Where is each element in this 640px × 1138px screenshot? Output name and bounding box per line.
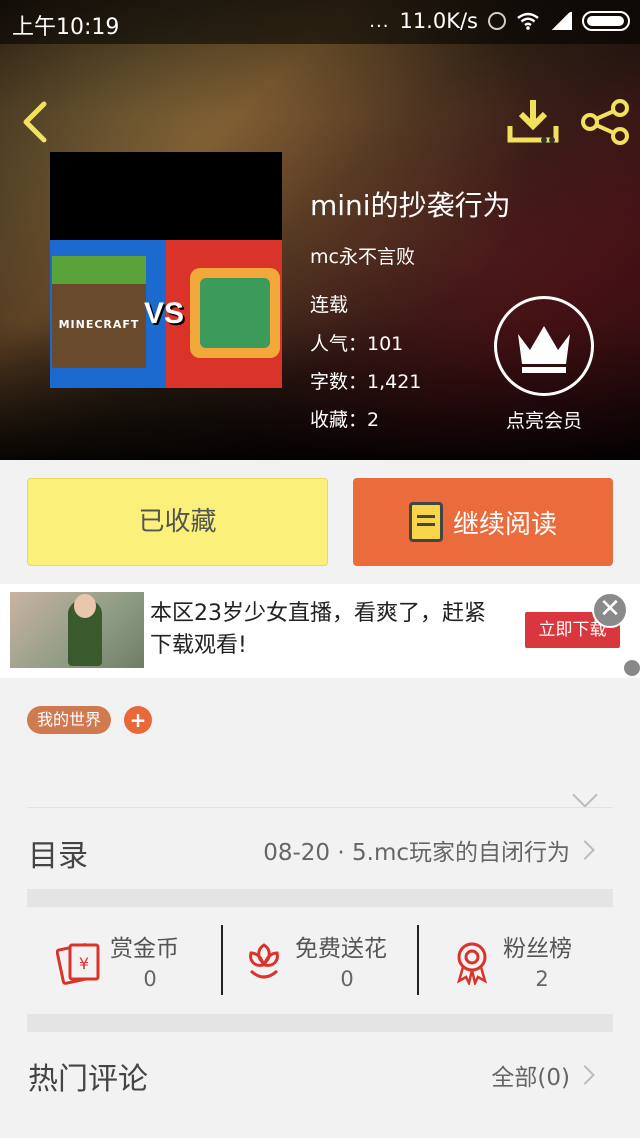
continue-reading-button[interactable]: 继续阅读 <box>353 478 613 566</box>
book-popularity: 人气：101 <box>310 333 404 355</box>
collected-button[interactable]: 已收藏 <box>27 478 328 566</box>
book-cover[interactable]: MINECRAFT VS <box>50 152 282 388</box>
status-icons: ... 11.0K/s <box>369 9 630 33</box>
status-time: 上午10:19 <box>12 15 120 40</box>
ad-close-icon[interactable]: ✕ <box>592 592 628 628</box>
book-author[interactable]: mc永不言败 <box>310 242 415 269</box>
divider <box>27 807 613 808</box>
ad-mark-icon <box>624 660 640 676</box>
continue-reading-label: 继续阅读 <box>452 509 557 540</box>
book-header: 上午10:19 ... 11.0K/s MINECRAFT VS mini的抄袭… <box>0 0 640 460</box>
section-separator <box>27 889 613 907</box>
network-speed: 11.0K/s <box>399 9 478 33</box>
send-flowers-value: 0 <box>340 967 354 991</box>
red-envelope-icon: ¥ <box>56 943 100 985</box>
reward-coins-label: 赏金币 <box>110 936 179 962</box>
crown-icon <box>518 326 570 373</box>
reward-coins[interactable]: ¥ 赏金币 0 <box>0 907 222 1015</box>
fan-ranking[interactable]: 粉丝榜 2 <box>419 907 640 1015</box>
download-icon[interactable] <box>506 96 560 146</box>
book-status: 连载 <box>310 294 349 316</box>
catalog-row[interactable]: 目录 08-20 · 5.mc玩家的自闭行为 <box>0 809 640 889</box>
signal-icon <box>550 12 572 30</box>
book-icon <box>408 502 443 542</box>
section-separator <box>27 1014 613 1032</box>
status-bar: 上午10:19 ... 11.0K/s <box>0 0 640 44</box>
send-flowers-label: 免费送花 <box>295 936 387 962</box>
ad-banner[interactable]: 本区23岁少女直播，看爽了，赶紧下载观看! 立即下载 <box>0 584 640 678</box>
more-dots: ... <box>369 10 390 32</box>
svg-text:¥: ¥ <box>79 954 89 973</box>
cover-vs-text: VS <box>144 297 185 330</box>
catalog-label: 目录 <box>28 839 88 874</box>
minecraft-block-icon: MINECRAFT <box>52 256 146 368</box>
sync-icon <box>488 12 506 30</box>
battery-icon <box>582 11 630 31</box>
chevron-right-icon[interactable] <box>575 1065 595 1085</box>
back-icon[interactable] <box>16 98 56 146</box>
fan-ranking-label: 粉丝榜 <box>503 936 572 962</box>
book-title: mini的抄袭行为 <box>310 189 511 222</box>
ad-image <box>10 592 144 668</box>
tags-section: 我的世界 + <box>0 678 640 808</box>
medal-icon <box>456 942 488 985</box>
book-favorites: 收藏：2 <box>310 409 380 431</box>
fan-ranking-value: 2 <box>535 967 549 991</box>
latest-chapter[interactable]: 08-20 · 5.mc玩家的自闭行为 <box>263 833 570 867</box>
hot-comments-header: 热门评论 全部(0) <box>0 1032 640 1138</box>
hot-comments-label: 热门评论 <box>28 1062 148 1097</box>
vip-button[interactable] <box>494 296 594 396</box>
stats-row: ¥ 赏金币 0 免费送花 0 粉丝榜 2 <box>0 907 640 1015</box>
vip-label[interactable]: 点亮会员 <box>494 406 594 433</box>
send-flowers[interactable]: 免费送花 0 <box>223 907 417 1015</box>
mini-world-face-icon <box>190 268 280 358</box>
ad-text: 本区23岁少女直播，看爽了，赶紧下载观看! <box>150 601 486 658</box>
book-word-count: 字数：1,421 <box>310 371 422 393</box>
reward-coins-value: 0 <box>143 967 157 991</box>
add-tag-button[interactable]: + <box>124 706 152 734</box>
share-icon[interactable] <box>580 98 630 146</box>
tag-item[interactable]: 我的世界 <box>27 706 112 734</box>
action-bar: 已收藏 继续阅读 <box>0 460 640 584</box>
flower-icon <box>249 943 279 979</box>
chevron-down-icon[interactable] <box>572 782 598 808</box>
all-comments-link[interactable]: 全部(0) <box>491 1058 570 1092</box>
wifi-icon <box>517 12 539 30</box>
chevron-right-icon <box>575 840 595 860</box>
